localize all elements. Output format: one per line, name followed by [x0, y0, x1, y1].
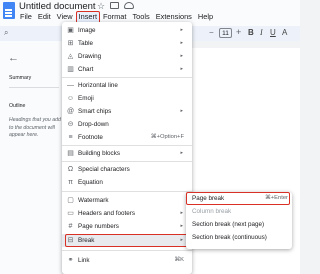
menu-item-horizontal-line[interactable]: — Horizontal line	[62, 79, 192, 92]
menu-edit[interactable]: Edit	[35, 11, 54, 24]
outline-hint-text: Headings that you add to the document wi…	[9, 117, 61, 138]
chevron-right-icon: ▸	[180, 53, 183, 59]
break-highlight-box	[65, 234, 188, 247]
text-color-button[interactable]: A	[282, 28, 287, 37]
menu-item-image[interactable]: ▣ Image ▸	[62, 24, 192, 37]
chevron-right-icon: ▸	[180, 40, 183, 46]
menu-divider	[62, 161, 192, 162]
drawing-icon: ◬	[67, 53, 74, 60]
chevron-right-icon: ▸	[180, 108, 183, 114]
docs-logo-icon[interactable]	[3, 2, 15, 19]
emoji-icon: ☺	[66, 95, 75, 102]
cloud-status-icon[interactable]	[124, 2, 134, 9]
menu-item-table[interactable]: ⊞ Table ▸	[62, 37, 192, 50]
menu-item-drop-down[interactable]: ⊝ Drop-down	[62, 118, 192, 131]
menu-item-watermark[interactable]: ▢ Watermark	[62, 194, 192, 207]
page-numbers-icon: #	[68, 223, 73, 230]
equation-icon: π	[68, 179, 73, 186]
back-arrow-icon[interactable]: ←	[8, 52, 19, 64]
underline-button[interactable]: U	[270, 28, 276, 37]
menu-divider	[62, 191, 192, 192]
menu-help[interactable]: Help	[195, 11, 216, 24]
footnote-icon: ≡	[68, 134, 73, 141]
italic-button[interactable]: I	[260, 28, 263, 37]
smart-chips-icon: @	[66, 108, 75, 115]
shortcut-label: ⌘+Option+F	[150, 134, 184, 140]
menu-item-headers-and-footers[interactable]: ▭ Headers and footers ▸	[62, 207, 192, 220]
special-characters-icon: Ω	[67, 166, 74, 173]
increase-font-size-button[interactable]: +	[236, 27, 241, 37]
chevron-right-icon: ▸	[180, 210, 183, 216]
menu-item-chart[interactable]: ▥ Chart ▸	[62, 63, 192, 76]
menu-item-smart-chips[interactable]: @ Smart chips ▸	[62, 105, 192, 118]
menu-item-footnote[interactable]: ≡ Footnote ⌘+Option+F	[62, 131, 192, 144]
menu-item-equation[interactable]: π Equation	[62, 176, 192, 189]
chevron-right-icon: ▸	[180, 27, 183, 33]
dropdown-icon: ⊝	[67, 121, 74, 128]
menu-divider	[62, 77, 192, 78]
table-icon: ⊞	[67, 40, 74, 47]
chart-icon: ▥	[67, 66, 74, 73]
outline-label: Outline	[9, 103, 26, 109]
chevron-right-icon: ▸	[180, 223, 183, 229]
submenu-item-column-break: Column break	[192, 208, 232, 215]
move-folder-icon[interactable]	[110, 2, 119, 9]
submenu-item-section-break-continuous[interactable]: Section break (continuous)	[192, 234, 267, 241]
shortcut-label: ⌘K	[174, 257, 184, 263]
divider	[9, 87, 59, 88]
image-icon: ▣	[67, 27, 74, 34]
search-menus-icon[interactable]: ⌕	[4, 28, 8, 38]
submenu-item-section-break-next-page[interactable]: Section break (next page)	[192, 221, 264, 228]
building-blocks-icon: ▤	[67, 150, 74, 157]
watermark-icon: ▢	[67, 197, 74, 204]
headers-footers-icon: ▭	[67, 210, 74, 217]
menu-item-link[interactable]: ⚭ Link ⌘K	[62, 254, 192, 267]
summary-label: Summary	[9, 75, 32, 81]
menu-item-drawing[interactable]: ◬ Drawing ▸	[62, 50, 192, 63]
menu-item-special-characters[interactable]: Ω Special characters	[62, 163, 192, 176]
menu-divider	[62, 250, 192, 251]
menu-item-emoji[interactable]: ☺ Emoji	[62, 92, 192, 105]
menu-file[interactable]: File	[17, 11, 35, 24]
horizontal-line-icon: —	[67, 82, 74, 89]
link-icon: ⚭	[67, 257, 74, 264]
chevron-right-icon: ▸	[180, 66, 183, 72]
decrease-font-size-button[interactable]: −	[209, 28, 214, 37]
font-size-input[interactable]: 11	[219, 28, 232, 38]
bold-button[interactable]: B	[248, 28, 254, 37]
menu-item-page-numbers[interactable]: # Page numbers ▸	[62, 220, 192, 233]
menu-item-building-blocks[interactable]: ▤ Building blocks ▸	[62, 147, 192, 160]
menu-divider	[62, 145, 192, 146]
chevron-right-icon: ▸	[180, 150, 183, 156]
page-break-highlight-box	[186, 192, 290, 205]
